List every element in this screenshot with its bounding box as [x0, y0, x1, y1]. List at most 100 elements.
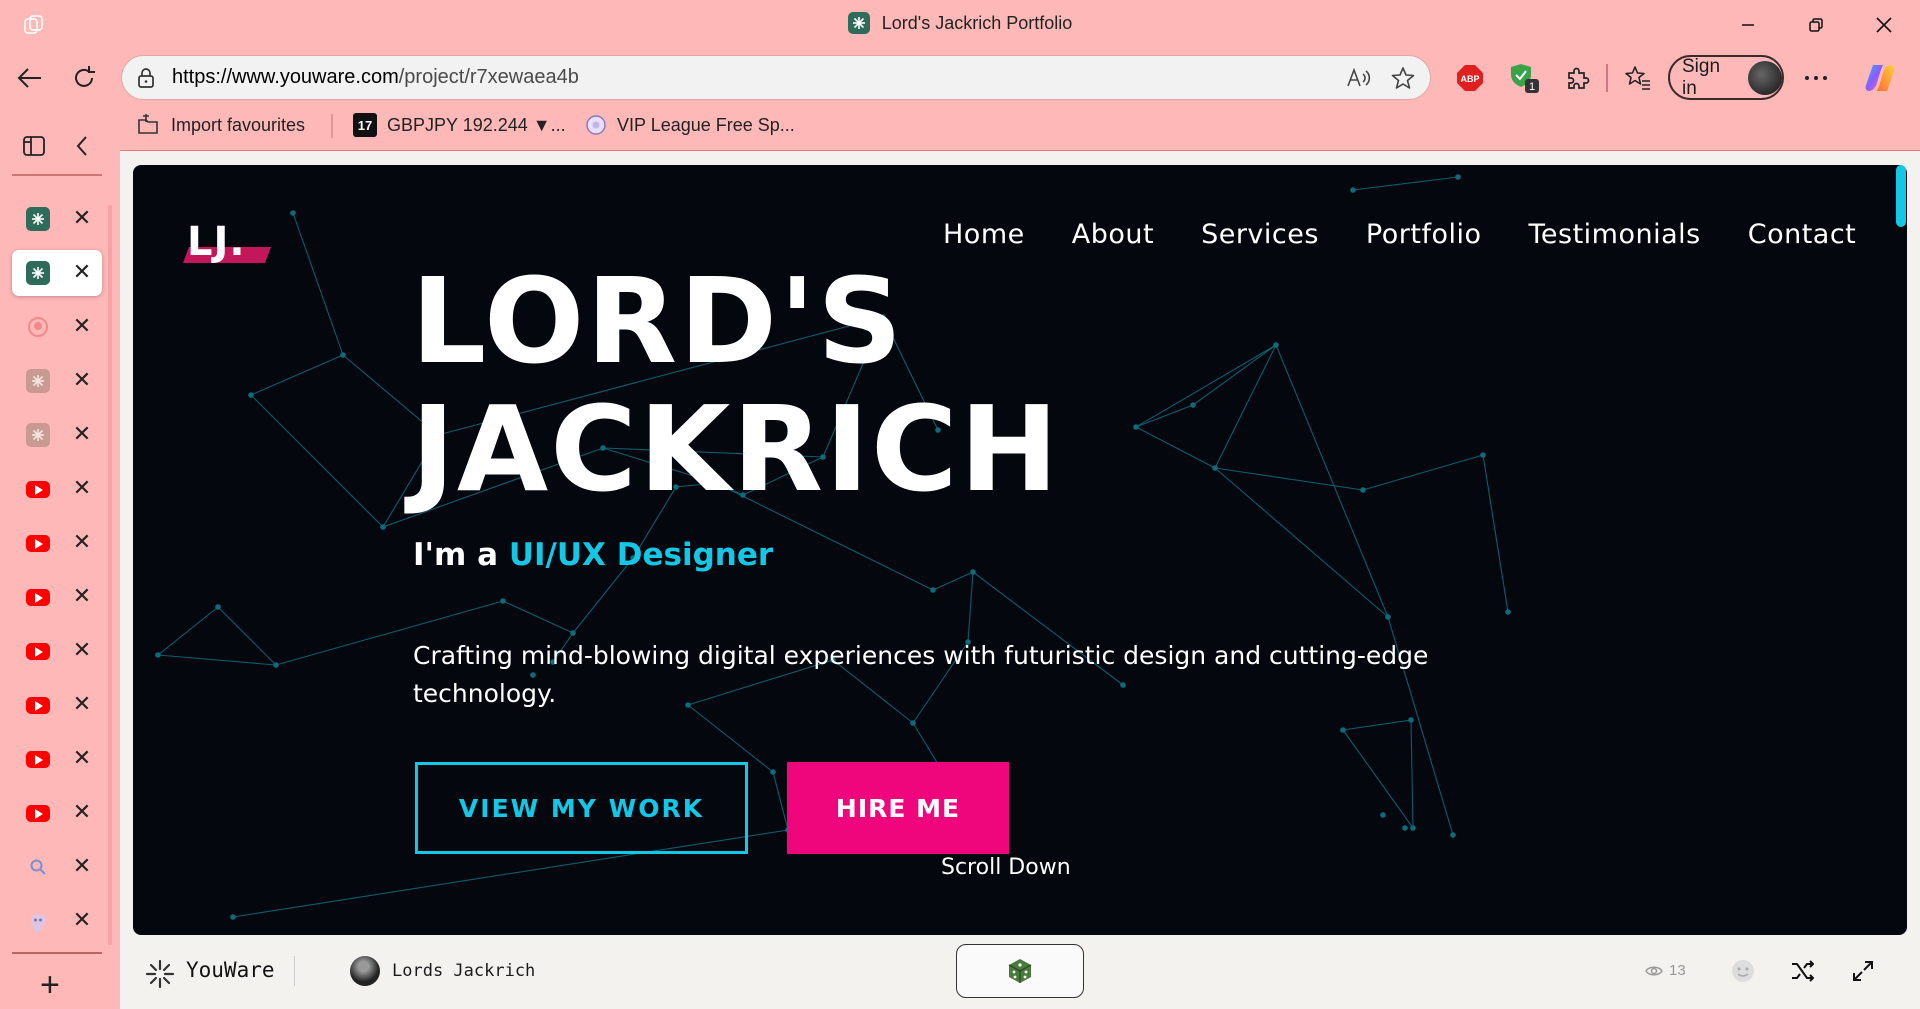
youware-brand[interactable]: YouWare: [186, 958, 275, 982]
sign-in-label: Sign in: [1682, 55, 1721, 99]
more-options-icon[interactable]: [1798, 60, 1834, 96]
toolbar-divider: [1606, 64, 1608, 92]
hero-section: LJ. Home About Services Portfolio Testimonia…: [133, 165, 1907, 935]
favourite-star-icon[interactable]: [1390, 66, 1416, 90]
favourite-gbpjpy[interactable]: 17 GBPJPY 192.244 ▼...: [353, 112, 566, 138]
sidebar-tab[interactable]: ✕: [12, 196, 102, 242]
logo-text: LJ.: [187, 219, 246, 263]
copilot-icon[interactable]: [1862, 60, 1898, 96]
close-tab-icon[interactable]: ✕: [68, 906, 96, 934]
read-aloud-icon[interactable]: [1346, 66, 1372, 90]
sidebar-top-divider: [12, 174, 102, 176]
title-bar: Lord's Jackrich Portfolio: [0, 0, 1920, 50]
nav-home[interactable]: Home: [943, 219, 1025, 250]
profile-avatar: [1748, 60, 1782, 95]
sign-in-button[interactable]: Sign in: [1668, 55, 1784, 100]
dice-icon: [1006, 957, 1034, 985]
youtube-icon: [26, 639, 50, 663]
remix-dice-button[interactable]: [956, 944, 1084, 998]
expand-icon[interactable]: [1840, 948, 1886, 994]
close-tab-icon[interactable]: ✕: [68, 852, 96, 880]
vipleague-icon: [585, 114, 607, 136]
favourites-divider: [331, 114, 333, 138]
url-host: https://www.youware.com: [172, 66, 399, 88]
subtitle-role: UI/UX Designer: [508, 537, 774, 573]
refresh-icon[interactable]: [66, 60, 102, 96]
sidebar-scrollbar[interactable]: [108, 205, 112, 945]
sidebar-tab[interactable]: ✕: [12, 412, 102, 458]
shuffle-icon[interactable]: [1780, 948, 1826, 994]
search-icon: [26, 855, 50, 879]
sidebar-tab[interactable]: ✕: [12, 304, 102, 350]
collapse-sidebar-icon[interactable]: [64, 128, 100, 164]
site-logo[interactable]: LJ.: [181, 217, 277, 263]
sidebar-tab[interactable]: ✕: [12, 844, 102, 890]
favourite-label: GBPJPY 192.244 ▼...: [387, 114, 566, 135]
close-tab-icon[interactable]: ✕: [68, 312, 96, 340]
new-tab-button[interactable]: +: [40, 966, 60, 1005]
lock-icon[interactable]: [136, 67, 156, 89]
youware-faded-icon: [26, 369, 50, 393]
sidebar-tab[interactable]: ✕: [12, 358, 102, 404]
favourites-list-icon[interactable]: [1620, 60, 1656, 96]
sidebar-tab[interactable]: ✕: [12, 574, 102, 620]
sidebar-tab[interactable]: ✕: [12, 520, 102, 566]
scroll-down-label[interactable]: Scroll Down: [941, 855, 1071, 880]
creator-info[interactable]: Lords Jackrich: [350, 956, 535, 986]
close-tab-icon[interactable]: ✕: [68, 258, 96, 286]
youtube-icon: [26, 477, 50, 501]
address-bar[interactable]: https://www.youware.com/project/r7xewaea…: [121, 55, 1431, 100]
favourite-label: VIP League Free Sp...: [617, 114, 795, 135]
youtube-icon: [26, 531, 50, 555]
main-nav: Home About Services Portfolio Testimonials Co…: [943, 219, 1856, 250]
minimize-icon[interactable]: [1728, 10, 1768, 40]
close-tab-icon[interactable]: ✕: [68, 474, 96, 502]
close-tab-icon[interactable]: ✕: [68, 366, 96, 394]
favourite-vipleague[interactable]: VIP League Free Sp...: [585, 112, 795, 138]
page-scrollbar-thumb[interactable]: [1896, 165, 1906, 227]
restore-icon[interactable]: [1796, 10, 1836, 40]
sidebar-tab[interactable]: ✕: [12, 466, 102, 512]
close-icon[interactable]: [1864, 10, 1904, 40]
github-icon: [26, 315, 50, 339]
youware-logo-icon[interactable]: [144, 958, 176, 990]
close-tab-icon[interactable]: ✕: [68, 798, 96, 826]
adblock-label: ABP: [1460, 74, 1479, 84]
url-path: /project/r7xewaea4b: [398, 66, 579, 88]
adblock-icon[interactable]: ABP: [1452, 60, 1488, 96]
window-title-wrap: Lord's Jackrich Portfolio: [0, 12, 1920, 34]
hire-me-button[interactable]: HIRE ME: [787, 762, 1009, 854]
view-count-number: 13: [1669, 962, 1686, 979]
back-icon[interactable]: [12, 60, 48, 96]
close-tab-icon[interactable]: ✕: [68, 636, 96, 664]
creator-name: Lords Jackrich: [392, 961, 536, 981]
close-tab-icon[interactable]: ✕: [68, 744, 96, 772]
sidebar-panel-icon[interactable]: [16, 128, 52, 164]
hero-subtitle: I'm a UI/UX Designer: [413, 537, 773, 573]
emoji-icon[interactable]: [1720, 948, 1766, 994]
nav-contact[interactable]: Contact: [1748, 219, 1857, 250]
sidebar-tab[interactable]: ✕: [12, 790, 102, 836]
nav-testimonials[interactable]: Testimonials: [1529, 219, 1701, 250]
close-tab-icon[interactable]: ✕: [68, 204, 96, 232]
nav-services[interactable]: Services: [1201, 219, 1319, 250]
extensions-puzzle-icon[interactable]: [1560, 60, 1596, 96]
close-tab-icon[interactable]: ✕: [68, 420, 96, 448]
shield-extension-icon[interactable]: 1: [1506, 60, 1542, 96]
youware-icon: [26, 261, 50, 285]
close-tab-icon[interactable]: ✕: [68, 528, 96, 556]
view-my-work-button[interactable]: VIEW MY WORK: [415, 762, 748, 854]
favourite-import[interactable]: Import favourites: [137, 112, 305, 138]
sidebar-tab[interactable]: ✕: [12, 736, 102, 782]
close-tab-icon[interactable]: ✕: [68, 690, 96, 718]
youware-icon: [26, 207, 50, 231]
creator-avatar: [350, 956, 380, 986]
nav-portfolio[interactable]: Portfolio: [1366, 219, 1482, 250]
nav-about[interactable]: About: [1072, 219, 1154, 250]
sidebar-tab[interactable]: ✕: [12, 682, 102, 728]
url-text[interactable]: https://www.youware.com/project/r7xewaea…: [172, 66, 579, 89]
close-tab-icon[interactable]: ✕: [68, 582, 96, 610]
sidebar-tab[interactable]: ✕: [12, 898, 102, 944]
sidebar-tab-active[interactable]: ✕: [12, 250, 102, 296]
sidebar-tab[interactable]: ✕: [12, 628, 102, 674]
